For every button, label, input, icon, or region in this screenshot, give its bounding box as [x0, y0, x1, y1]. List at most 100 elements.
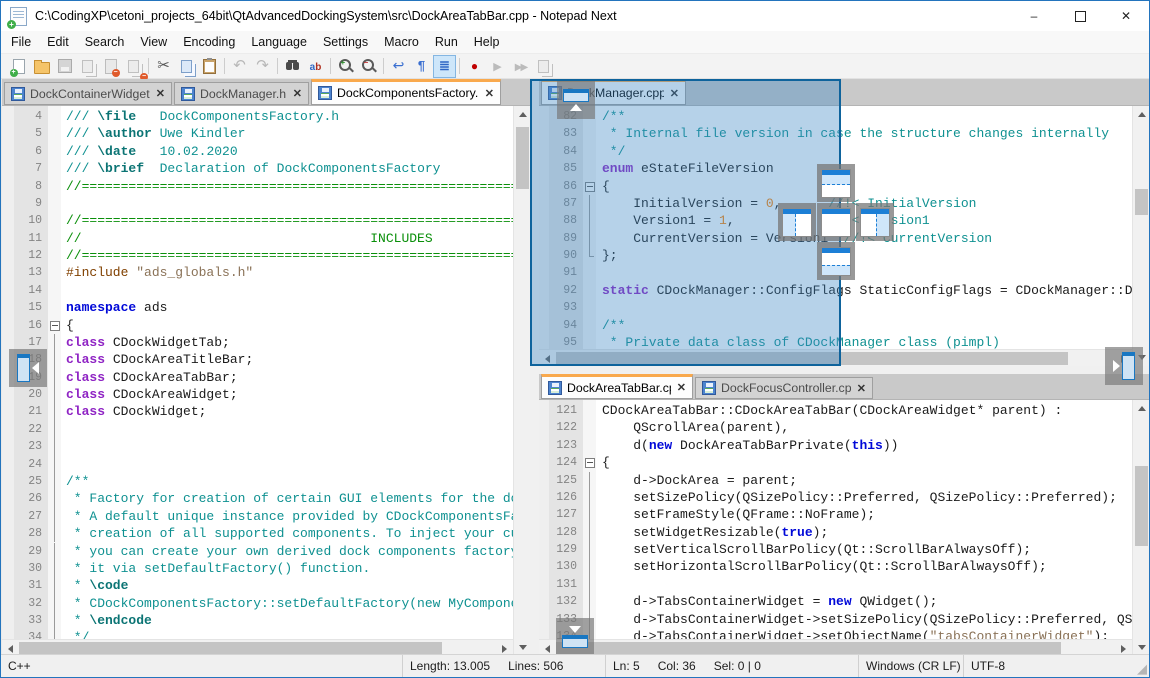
- find-button[interactable]: [281, 55, 304, 78]
- tab-close-icon[interactable]: ✕: [485, 87, 494, 100]
- line-number: 8: [14, 178, 42, 195]
- code-editor[interactable]: 1211221231241251261271281291301311321331…: [539, 400, 1132, 639]
- vertical-scroll-thumb[interactable]: [1135, 466, 1148, 546]
- code-area[interactable]: CDockAreaTabBar::CDockAreaTabBar(CDockAr…: [596, 400, 1132, 639]
- tab-dockmanager-h[interactable]: DockManager.h ✕: [174, 82, 309, 105]
- fold-guide-line: [54, 473, 55, 490]
- indent-guide-button[interactable]: ≣: [433, 55, 456, 78]
- save-all-button[interactable]: [76, 55, 99, 78]
- zoom-out-button[interactable]: −: [357, 55, 380, 78]
- macro-run-multiple-button[interactable]: ▶▶: [509, 55, 532, 78]
- vertical-scrollbar[interactable]: [1132, 400, 1149, 656]
- menu-settings[interactable]: Settings: [315, 31, 376, 53]
- vertical-scrollbar[interactable]: [513, 106, 530, 656]
- scroll-up-arrow[interactable]: [514, 106, 530, 123]
- fold-margin: [583, 400, 596, 639]
- drop-target-top[interactable]: [817, 164, 855, 202]
- status-doc-stats[interactable]: Length: 13.005Lines: 506: [402, 655, 605, 677]
- undo-button[interactable]: ↶: [228, 55, 251, 78]
- zoom-in-button[interactable]: +: [334, 55, 357, 78]
- drop-target-left[interactable]: [778, 203, 816, 241]
- macro-save-button[interactable]: [532, 55, 555, 78]
- edge-drop-target-right[interactable]: [1105, 347, 1143, 385]
- tab-dockcontainerwidget-h[interactable]: DockContainerWidget.h✕: [4, 82, 172, 105]
- toolbar-separator: [224, 58, 225, 74]
- copy-button[interactable]: [175, 55, 198, 78]
- vertical-scroll-thumb[interactable]: [516, 127, 529, 189]
- tab-close-icon[interactable]: ✕: [293, 87, 302, 100]
- menu-search[interactable]: Search: [77, 31, 133, 53]
- drop-target-bottom[interactable]: [817, 242, 855, 280]
- close-button[interactable]: ✕: [1103, 1, 1149, 31]
- edge-bottom-icon: [562, 626, 588, 648]
- scroll-up-arrow[interactable]: [1133, 106, 1149, 123]
- resize-grip[interactable]: ◢: [1137, 662, 1147, 675]
- line-number: 6: [14, 143, 42, 160]
- menu-encoding[interactable]: Encoding: [175, 31, 243, 53]
- fold-collapse-icon[interactable]: [585, 458, 595, 468]
- menu-run[interactable]: Run: [427, 31, 466, 53]
- code-editor[interactable]: 4567891011121314151617181920212223242526…: [2, 106, 513, 639]
- line-number: 9: [14, 195, 42, 212]
- token-str: "ads_globals.h": [136, 265, 253, 280]
- line-number: 14: [14, 282, 42, 299]
- fold-guide-line: [54, 369, 55, 386]
- line-number: 131: [549, 576, 577, 593]
- maximize-button[interactable]: [1057, 1, 1103, 31]
- status-language[interactable]: C++: [1, 655, 402, 677]
- drop-target-center[interactable]: [817, 203, 855, 241]
- paste-button[interactable]: [198, 55, 221, 78]
- fold-collapse-icon[interactable]: [50, 321, 60, 331]
- save-all-icon: [82, 60, 93, 73]
- vertical-scrollbar[interactable]: [1132, 106, 1149, 366]
- scroll-up-arrow[interactable]: [1133, 400, 1149, 417]
- new-file-button[interactable]: [7, 55, 30, 78]
- menu-file[interactable]: File: [3, 31, 39, 53]
- close-file-button[interactable]: [99, 55, 122, 78]
- fold-cell: [48, 125, 61, 142]
- code-line: class CDockAreaTabBar;: [61, 369, 513, 386]
- tab-label: DockManager.h: [200, 87, 287, 101]
- code-area[interactable]: /// \file DockComponentsFactory.h/// \au…: [61, 106, 513, 639]
- menu-help[interactable]: Help: [466, 31, 508, 53]
- line-number: 12: [14, 247, 42, 264]
- cut-button[interactable]: ✂: [152, 55, 175, 78]
- menu-view[interactable]: View: [132, 31, 175, 53]
- close-all-button[interactable]: [122, 55, 145, 78]
- redo-button[interactable]: ↷: [251, 55, 274, 78]
- menu-language[interactable]: Language: [243, 31, 315, 53]
- token-pre: #include: [66, 265, 136, 280]
- tab-dockcomponentsfactory-h[interactable]: DockComponentsFactory.h✕: [311, 79, 501, 105]
- status-eol[interactable]: Windows (CR LF): [858, 655, 963, 677]
- fold-guide-line: [589, 489, 590, 506]
- horizontal-splitter[interactable]: [539, 366, 1149, 374]
- edge-drop-target-top[interactable]: [557, 81, 595, 119]
- drop-target-right[interactable]: [856, 203, 894, 241]
- show-all-characters-icon: ¶: [418, 57, 425, 75]
- menu-macro[interactable]: Macro: [376, 31, 427, 53]
- edge-left-icon: [17, 354, 39, 382]
- open-file-button[interactable]: [30, 55, 53, 78]
- save-file-button[interactable]: [53, 55, 76, 78]
- show-all-characters-button[interactable]: ¶: [410, 55, 433, 78]
- replace-button[interactable]: ab: [304, 55, 327, 78]
- tab-close-icon[interactable]: ✕: [677, 381, 686, 394]
- fold-cell: [583, 541, 596, 558]
- token-doc: */: [66, 630, 89, 639]
- minimize-button[interactable]: –: [1011, 1, 1057, 31]
- tab-close-icon[interactable]: ✕: [156, 87, 165, 100]
- edge-drop-target-bottom[interactable]: [556, 618, 594, 656]
- vertical-scroll-thumb[interactable]: [1135, 189, 1148, 215]
- edge-drop-target-left[interactable]: [9, 349, 47, 387]
- macro-play-button[interactable]: ▶: [486, 55, 509, 78]
- status-encoding[interactable]: UTF-8: [963, 655, 1121, 677]
- fold-cell: [583, 593, 596, 610]
- status-cursor[interactable]: Ln: 5Col: 36Sel: 0 | 0: [605, 655, 858, 677]
- tab-close-icon[interactable]: ✕: [857, 382, 866, 395]
- menu-edit[interactable]: Edit: [39, 31, 77, 53]
- macro-record-button[interactable]: ●: [463, 55, 486, 78]
- tab-dockfocuscontroller-cpp[interactable]: DockFocusController.cpp✕: [695, 377, 873, 399]
- token-txt: DockAreaTabBarPrivate(: [672, 438, 851, 453]
- word-wrap-button[interactable]: ↩: [387, 55, 410, 78]
- tab-dockareatabbar-cpp[interactable]: DockAreaTabBar.cpp✕: [541, 374, 693, 399]
